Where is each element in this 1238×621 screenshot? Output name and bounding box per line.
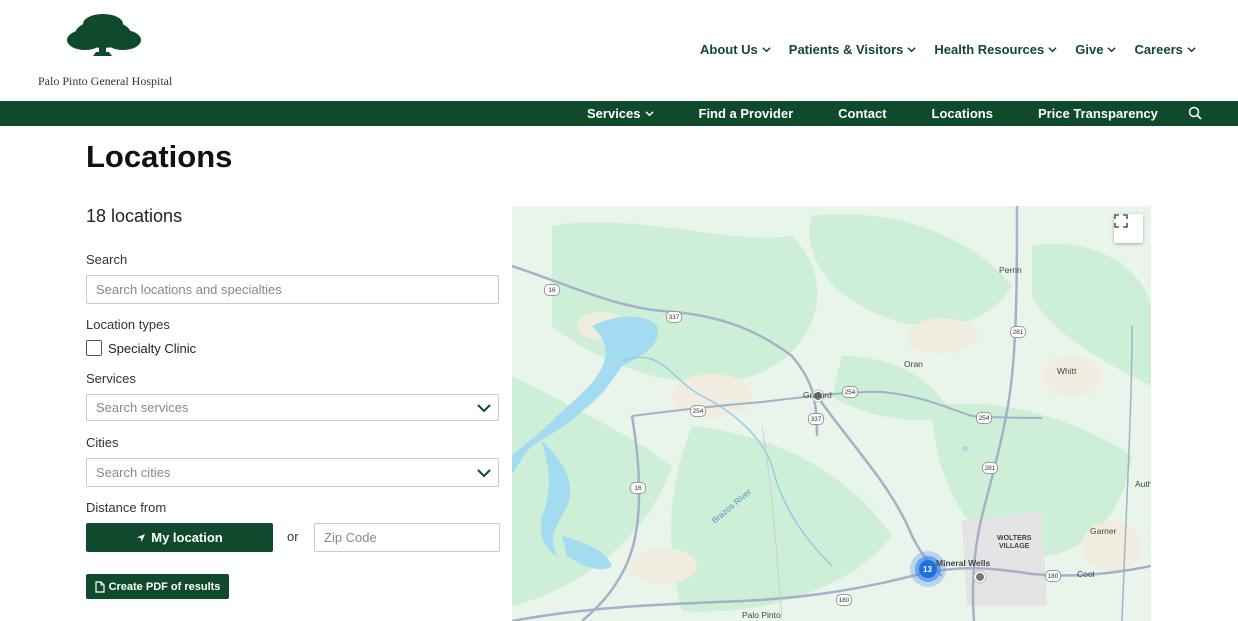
nav-locations[interactable]: Locations <box>932 106 993 121</box>
cities-select[interactable]: Search cities <box>86 458 499 487</box>
fullscreen-button[interactable] <box>1114 214 1143 243</box>
search-input[interactable]: Search locations and specialties <box>86 275 499 304</box>
top-navigation: About Us Patients & Visitors Health Reso… <box>700 42 1196 57</box>
create-pdf-button[interactable]: Create PDF of results <box>86 574 229 599</box>
chevron-down-icon <box>907 47 917 53</box>
route-shield: 254 <box>842 386 858 398</box>
site-header: Palo Pinto General Hospital About Us Pat… <box>0 0 1238 101</box>
nav-careers[interactable]: Careers <box>1134 42 1196 57</box>
locations-map[interactable]: Perrin Oran Whitt Graford Mineral Wells … <box>512 206 1151 621</box>
nav-contact[interactable]: Contact <box>838 106 886 121</box>
cluster-count: 13 <box>923 565 932 574</box>
route-shield: 16 <box>544 284 560 296</box>
nav-give[interactable]: Give <box>1075 42 1117 57</box>
map-label-mineral-wells: Mineral Wells <box>936 558 991 568</box>
map-label-palo-pinto: Palo Pinto <box>742 610 781 620</box>
chevron-down-icon <box>762 47 771 53</box>
map-label-oran: Oran <box>904 359 923 369</box>
location-types-label: Location types <box>86 317 170 332</box>
chevron-down-icon <box>477 404 491 413</box>
route-shield: 254 <box>690 405 706 417</box>
cities-label: Cities <box>86 435 119 450</box>
nav-find-a-provider[interactable]: Find a Provider <box>699 106 794 121</box>
hospital-name: Palo Pinto General Hospital <box>38 74 173 88</box>
nav-services[interactable]: Services <box>587 106 654 121</box>
route-shield: 16 <box>630 482 646 494</box>
location-marker[interactable] <box>973 570 987 584</box>
chevron-down-icon <box>1107 47 1117 53</box>
nav-about-us[interactable]: About Us <box>700 42 771 57</box>
route-shield: 337 <box>666 311 682 323</box>
chevron-down-icon <box>477 469 491 478</box>
route-shield: 337 <box>808 413 824 425</box>
route-shield: 180 <box>1045 570 1061 582</box>
map-label-cool: Cool <box>1077 569 1095 579</box>
map-label-wolters: WOLTERS <box>997 535 1032 542</box>
search-icon[interactable] <box>1188 106 1202 120</box>
map-label-garner: Garner <box>1090 526 1117 536</box>
route-shield: 281 <box>982 462 998 474</box>
or-label: or <box>287 529 299 544</box>
page-title: Locations <box>86 139 233 174</box>
fullscreen-icon <box>1114 214 1128 228</box>
map-label-village: VILLAGE <box>999 543 1030 550</box>
map-tiles <box>512 206 1151 621</box>
map-label-whitt: Whitt <box>1057 366 1077 376</box>
search-label: Search <box>86 252 128 267</box>
route-shield: 281 <box>1010 326 1026 338</box>
specialty-clinic-checkbox[interactable] <box>86 340 102 356</box>
pdf-icon <box>94 580 105 593</box>
map-label-auth: Auth <box>1135 479 1151 489</box>
results-count: 18 locations <box>86 206 183 226</box>
chevron-down-icon <box>1187 47 1196 53</box>
zip-code-input[interactable]: Zip Code <box>314 523 500 552</box>
main-navigation: Services Find a Provider Contact Locatio… <box>587 106 1158 121</box>
route-shield: 254 <box>976 412 992 424</box>
my-location-button[interactable]: My location <box>86 523 273 552</box>
distance-label: Distance from <box>86 500 167 515</box>
nav-price-transparency[interactable]: Price Transparency <box>1038 106 1158 121</box>
chevron-down-icon <box>1048 47 1057 53</box>
services-label: Services <box>86 371 136 386</box>
map-label-perrin: Perrin <box>999 265 1022 275</box>
nav-patients-visitors[interactable]: Patients & Visitors <box>789 42 917 57</box>
specialty-clinic-label[interactable]: Specialty Clinic <box>108 341 196 356</box>
map-label-graford: Graford <box>803 390 832 400</box>
nav-health-resources[interactable]: Health Resources <box>934 42 1057 57</box>
route-shield: 180 <box>836 594 852 606</box>
location-arrow-icon <box>137 533 146 542</box>
services-select[interactable]: Search services <box>86 394 499 421</box>
chevron-down-icon <box>644 111 654 117</box>
